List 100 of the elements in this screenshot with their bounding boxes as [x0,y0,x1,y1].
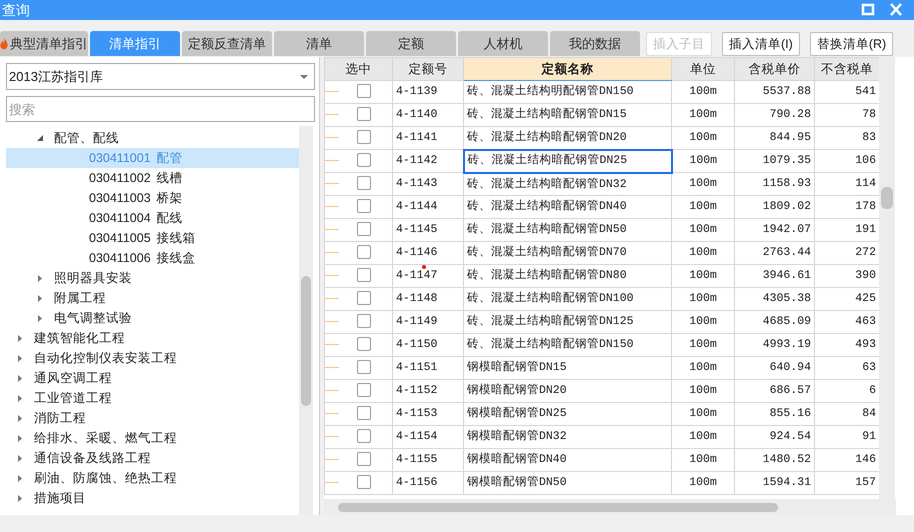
tab[interactable]: 我的数据 [550,31,640,56]
tree-line [326,320,339,322]
table-cell[interactable]: 砖、混凝土结构暗配钢管DN15 [464,104,672,126]
table-cell: 100m [672,172,734,196]
table-cell: 790.28 [734,104,814,126]
column-header[interactable]: 定额名称 [464,58,672,80]
tab[interactable]: 定额 [366,31,456,56]
table-cell: 4-1146 [392,242,464,264]
checkbox[interactable] [357,337,371,352]
table-cell: 4-1152 [392,380,464,402]
tree-item[interactable]: 030411006 接线盒 [6,248,299,268]
tree-item[interactable]: 给排水、采暖、燃气工程 [34,428,177,448]
table-cell[interactable]: 钢模暗配钢管DN25 [464,402,672,426]
tree-item[interactable]: 自动化控制仪表安装工程 [34,348,177,368]
column-header[interactable]: 单位 [672,58,734,80]
table-cell[interactable]: 钢模暗配钢管DN32 [464,426,672,448]
tree-item[interactable]: 通风空调工程 [34,368,112,388]
tree-item[interactable]: 030411002 线槽 [6,168,299,188]
tab[interactable]: 定额反查清单 [182,31,272,56]
tree-line [326,298,339,299]
table-cell: 100m [672,150,734,172]
column-header[interactable]: 选中 [324,58,392,80]
table-cell: 4993.19 [734,334,814,356]
table-cell: 2763.44 [734,242,814,264]
window-title: 查询 [2,0,31,20]
checkbox[interactable] [357,475,371,490]
tree-item[interactable]: 通信设备及线路工程 [34,448,151,468]
table-cell[interactable]: 砖、混凝土结构暗配钢管DN50 [464,218,672,242]
tree-item[interactable]: 建筑智能化工程 [34,328,125,348]
scrollbar[interactable] [299,126,313,515]
table-cell: 1942.07 [734,218,814,242]
table-cell: 4-1145 [392,218,464,242]
checkbox[interactable] [357,199,371,214]
column-header[interactable]: 定额号 [392,58,464,80]
action-button[interactable]: 替换清单(R) [810,32,894,56]
table-cell: 4-1156 [392,472,464,494]
tree-item[interactable]: 措施项目 [34,488,86,508]
checkbox[interactable] [357,130,371,144]
table-cell[interactable]: 砖、混凝土结构暗配钢管DN32 [464,172,672,196]
checkbox[interactable] [357,176,371,190]
table-cell[interactable]: 钢模暗配钢管DN40 [464,448,672,472]
checkbox[interactable] [357,84,371,98]
tree-item[interactable]: 附属工程 [54,288,106,308]
table-cell[interactable]: 砖、混凝土结构暗配钢管DN150 [464,334,672,356]
scrollbar[interactable] [879,57,895,499]
table-cell: 4-1141 [392,126,464,150]
horizontal-scrollbar[interactable] [324,499,896,515]
table-cell: 1480.52 [734,448,814,472]
table-cell: 924.54 [734,426,814,448]
table-cell[interactable]: 砖、混凝土结构明配钢管DN150 [464,80,672,104]
checkbox[interactable] [357,245,371,260]
table-cell: 100m [672,380,734,402]
table-cell: 100m [672,334,734,356]
tree-item[interactable]: 工业管道工程 [34,388,112,408]
table-cell[interactable]: 砖、混凝土结构暗配钢管DN70 [464,242,672,264]
table-cell[interactable]: 砖、混凝土结构暗配钢管DN125 [464,310,672,334]
column-header[interactable]: 含税单价 [734,58,814,80]
tree-item[interactable]: 消防工程 [34,408,86,428]
table-cell[interactable]: 钢模暗配钢管DN20 [464,380,672,402]
tree-line [326,412,339,414]
checkbox[interactable] [357,107,371,122]
table-cell[interactable]: 砖、混凝土结构暗配钢管DN25 [464,150,672,172]
tree-item[interactable]: 030411004 配线 [6,208,299,228]
table-cell: 4305.38 [734,288,814,310]
table-cell[interactable]: 砖、混凝土结构暗配钢管DN80 [464,264,672,288]
library-select[interactable]: 2013江苏指引库 [6,63,315,90]
tree-line [326,228,339,230]
tree-line [326,252,339,253]
checkbox[interactable] [357,383,371,398]
tab[interactable]: 典型清单指引 [0,31,88,56]
tree-item[interactable]: 刷油、防腐蚀、绝热工程 [34,468,177,488]
checkbox[interactable] [357,222,371,236]
column-header[interactable]: 不含税单 [814,58,880,80]
tree-item[interactable]: 照明器具安装 [54,268,132,288]
checkbox[interactable] [357,268,371,282]
search-field[interactable]: 搜索 [6,96,315,122]
tree-item[interactable]: 030411003 桥架 [6,188,299,208]
checkbox[interactable] [357,360,371,374]
table-cell: 100m [672,288,734,310]
table-cell[interactable]: 钢模暗配钢管DN15 [464,356,672,380]
checkbox[interactable] [357,291,371,306]
tree-line [326,366,339,368]
tree-item[interactable]: 配管、配线 [54,128,119,148]
table-cell: 100m [672,402,734,426]
table-cell[interactable]: 砖、混凝土结构暗配钢管DN40 [464,196,672,218]
tree-item[interactable]: 030411005 接线箱 [6,228,299,248]
checkbox[interactable] [357,406,371,420]
table-cell[interactable]: 砖、混凝土结构暗配钢管DN100 [464,288,672,310]
checkbox[interactable] [357,153,371,168]
checkbox[interactable] [357,429,371,444]
table-cell: 4-1144 [392,196,464,218]
action-button[interactable]: 插入清单(I) [722,32,800,56]
checkbox[interactable] [357,314,371,328]
tree-item[interactable]: 电气调整试验 [54,308,132,328]
tab[interactable]: 人材机 [458,31,548,56]
table-cell: 4-1155 [392,448,464,472]
table-cell[interactable]: 钢模暗配钢管DN50 [464,472,672,494]
checkbox[interactable] [357,452,371,466]
table-cell: 4-1148 [392,288,464,310]
tab[interactable]: 清单 [274,31,364,56]
